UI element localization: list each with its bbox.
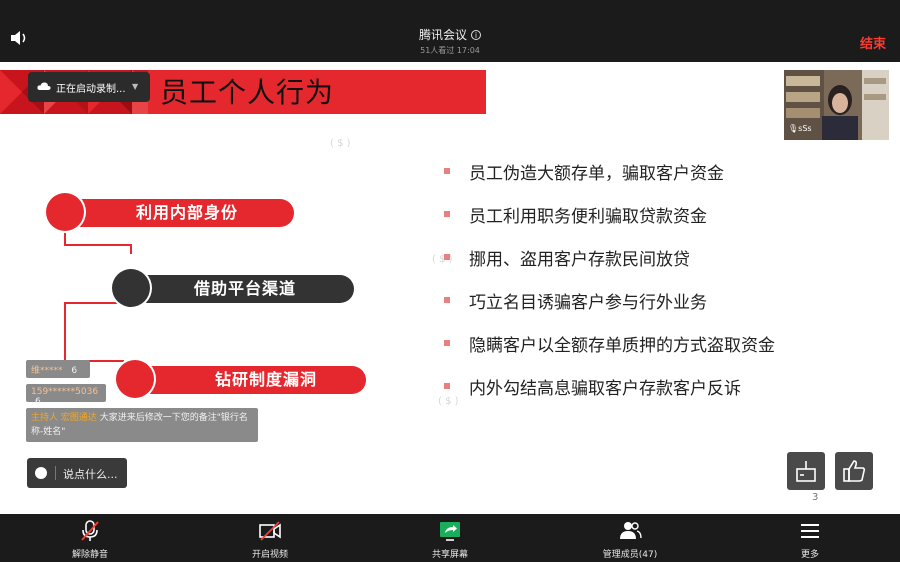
members-icon — [620, 522, 642, 539]
recording-status-badge[interactable]: 正在启动录制... ▼ — [28, 72, 150, 102]
chat-count: 6 — [71, 366, 78, 376]
flow-connector — [64, 302, 66, 362]
slide-title: 员工个人行为 — [160, 76, 335, 109]
flow-step-platform-channel: 借助平台渠道 — [124, 275, 354, 303]
flow-connector — [64, 244, 132, 246]
flow-node-3 — [116, 360, 154, 398]
chat-user: 159******5036 — [31, 387, 99, 397]
chat-input[interactable]: 说点什么... — [27, 458, 127, 488]
video-off-icon — [259, 521, 281, 541]
info-icon[interactable]: i — [471, 30, 481, 40]
cloud-icon — [37, 82, 51, 90]
toggle-layout-button[interactable] — [787, 452, 825, 490]
page-number: 3 — [812, 492, 819, 503]
emoji-icon[interactable] — [35, 467, 47, 479]
chat-message: 159******5036 6 — [26, 384, 106, 407]
chat-message: 主持人 宏图通达 大家进来后修改一下您的备注"银行名称-姓名" — [26, 408, 258, 442]
like-button[interactable] — [835, 452, 873, 490]
mic-muted-icon — [81, 520, 99, 541]
flow-step-internal-identity: 利用内部身份 — [56, 199, 294, 227]
chat-count: 6 — [35, 397, 41, 407]
chat-message: 维***** 6 — [26, 360, 90, 378]
bullet-marker — [444, 254, 450, 260]
share-screen-icon — [440, 522, 460, 541]
manage-members-button[interactable]: 管理成员(47) — [585, 514, 675, 562]
bullet-marker — [444, 297, 450, 303]
layout-icon — [796, 461, 816, 482]
flow-connector — [130, 244, 132, 254]
chat-placeholder: 说点什么... — [63, 468, 118, 481]
shared-slide: 员工个人行为 正在启动录制... ▼ 利用内部身份 借助平台渠道 钻研制度漏洞 … — [0, 62, 900, 514]
faint-decoration: ( $ ) — [330, 138, 351, 149]
faint-decoration: ( $ ) — [438, 396, 459, 407]
flow-node-2 — [112, 269, 150, 307]
chat-host-name: 主持人 宏图通达 — [31, 413, 97, 423]
top-bar: 腾讯会议 i 51人看过 17:04 结束 — [0, 0, 900, 62]
more-button[interactable]: 更多 — [765, 514, 855, 562]
thumbs-up-icon — [843, 460, 866, 482]
participant-video[interactable]: 🎙sSs — [784, 70, 889, 140]
flow-step-policy-loophole: 钻研制度漏洞 — [126, 366, 366, 394]
bottom-toolbar: 解除静音 开启视频 共享屏幕 管理成员(47) 更多 — [0, 514, 900, 562]
participant-name: 🎙sSs — [788, 124, 812, 133]
end-meeting-button[interactable]: 结束 — [860, 33, 886, 52]
chat-user: 维***** — [31, 366, 63, 376]
bullet-marker — [444, 211, 450, 217]
more-icon — [801, 524, 819, 538]
meeting-subtitle: 51人看过 17:04 — [420, 46, 480, 55]
flow-node-1 — [46, 193, 84, 231]
divider — [55, 466, 56, 480]
bullet-marker — [444, 340, 450, 346]
meeting-title[interactable]: 腾讯会议 — [419, 28, 467, 42]
bullet-marker — [444, 168, 450, 174]
unmute-button[interactable]: 解除静音 — [45, 514, 135, 562]
start-video-button[interactable]: 开启视频 — [225, 514, 315, 562]
share-screen-button[interactable]: 共享屏幕 — [405, 514, 495, 562]
recording-status-text: 正在启动录制... — [56, 84, 126, 95]
chevron-down-icon[interactable]: ▼ — [132, 82, 138, 91]
bullet-marker — [444, 383, 450, 389]
